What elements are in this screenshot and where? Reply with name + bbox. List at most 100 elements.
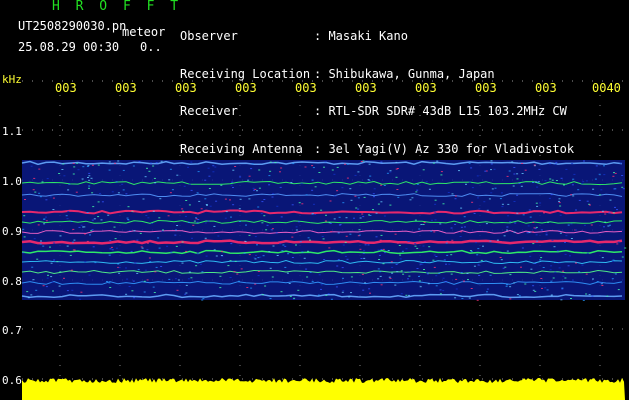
noise-speck [100,219,103,221]
noise-speck [402,271,405,273]
noise-speck [581,264,584,266]
noise-speck [59,271,62,273]
noise-speck [416,247,419,249]
noise-speck [533,227,536,229]
noise-speck [73,166,76,168]
noise-speck [459,236,462,237]
noise-speck [79,298,82,300]
noise-speck [157,237,160,239]
noise-speck [263,215,266,217]
noise-speck [399,254,402,256]
noise-speck [362,216,365,218]
noise-speck [33,238,36,240]
noise-speck [151,223,154,224]
noise-speck [516,178,519,180]
noise-speck [284,245,287,247]
noise-speck [318,274,321,276]
noise-speck [396,189,399,190]
noise-speck [434,203,437,205]
noise-speck [207,167,210,169]
power-bar [22,378,625,400]
noise-speck [435,256,438,257]
noise-speck [391,266,394,268]
noise-speck [373,196,375,198]
noise-speck [461,298,464,299]
noise-speck [204,237,207,239]
noise-speck [230,216,232,218]
noise-speck [364,244,367,246]
noise-speck [506,175,509,177]
noise-speck [380,184,383,186]
noise-speck [505,285,508,287]
noise-speck [181,262,184,264]
noise-speck [258,169,261,171]
noise-speck [329,200,332,202]
noise-speck [490,169,492,171]
noise-speck [239,210,241,212]
noise-speck [46,178,49,180]
noise-speck [188,271,191,273]
noise-speck [221,251,223,253]
noise-speck [43,223,46,225]
noise-speck [596,281,599,283]
noise-speck [305,268,308,270]
noise-speck [543,212,545,214]
noise-speck [562,275,565,277]
noise-speck [75,191,78,193]
noise-speck [416,268,419,269]
noise-speck [522,214,525,216]
noise-speck [184,215,187,217]
noise-speck [446,254,449,256]
noise-speck [139,232,142,234]
noise-speck [375,212,378,214]
noise-speck [67,210,70,212]
noise-speck [435,275,438,277]
noise-speck [133,297,136,299]
noise-speck [125,193,128,195]
noise-speck [243,252,246,254]
noise-speck [72,241,75,243]
noise-speck [217,235,220,237]
noise-speck [265,229,268,231]
noise-speck [430,230,433,232]
info-row-location: Receiving Location: Shibukawa, Gunma, Ja… [180,66,495,81]
noise-speck [423,269,425,270]
noise-speck [414,245,417,247]
noise-speck [585,180,588,182]
noise-speck [501,203,504,205]
noise-speck [616,243,619,245]
noise-speck [127,219,130,220]
noise-speck [155,162,158,164]
noise-speck [535,234,538,236]
noise-speck [171,189,174,191]
noise-speck [458,170,460,172]
noise-speck [31,266,34,268]
noise-speck [115,181,118,183]
noise-speck [301,203,304,205]
noise-speck [73,249,76,251]
noise-speck [215,200,218,202]
noise-speck [144,269,147,271]
noise-speck [534,263,537,264]
noise-speck [389,170,392,172]
noise-speck [452,242,455,244]
noise-band [22,160,625,300]
noise-speck [357,208,360,210]
noise-speck [244,241,247,242]
noise-speck [300,183,303,185]
noise-speck [247,179,250,181]
noise-speck [323,259,326,261]
noise-speck [487,231,490,233]
noise-speck [361,273,364,275]
y-tick-label: 1.0 [2,175,22,188]
noise-speck [569,255,571,257]
noise-speck [556,250,559,252]
noise-speck [442,290,445,292]
noise-speck [442,277,445,279]
noise-speck [39,196,42,198]
x-tick-label: 003 [115,81,137,95]
noise-speck [282,244,285,246]
noise-speck [348,296,351,298]
noise-speck [428,188,431,190]
noise-speck [582,299,585,301]
